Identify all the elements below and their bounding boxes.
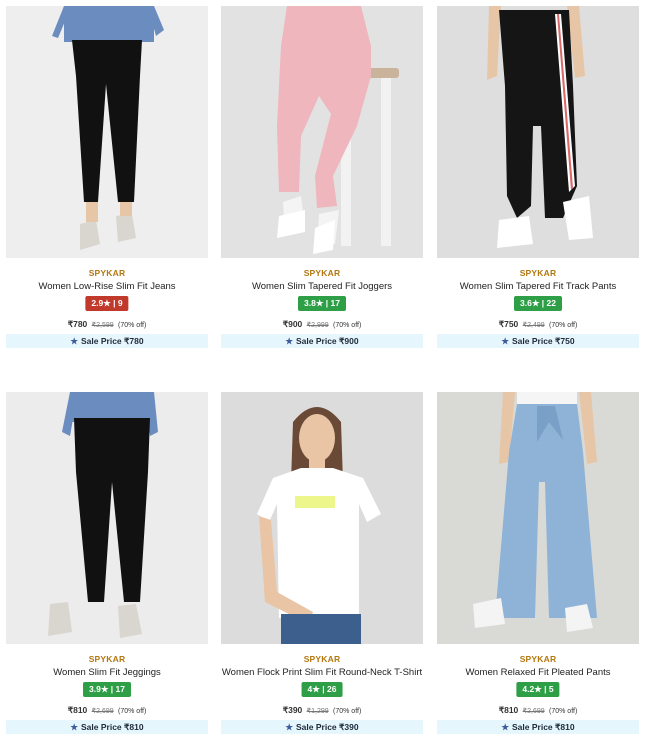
jeans-figure [52,6,164,250]
discount-text: (70% off) [549,322,578,329]
discount-text: (70% off) [549,708,578,715]
mrp-price: ₹2,699 [522,708,545,715]
pleated-pants-figure [473,392,597,632]
rating-badge: 3.9★ | 17 [83,682,131,697]
product-card[interactable]: SPYKAR Women Slim Fit Jeggings 3.9★ | 17… [6,392,208,747]
offer-price: ₹810 [67,705,88,715]
brand-name: SPYKAR [88,268,126,278]
jeggings-figure [48,392,158,638]
tshirt-figure [257,407,381,644]
offer-price: ₹750 [498,319,519,329]
product-image[interactable] [437,392,639,644]
product-image[interactable] [6,6,208,258]
product-image[interactable] [437,6,639,258]
track-pants-figure [487,6,593,248]
product-name[interactable]: Women Slim Tapered Fit Joggers [221,281,423,292]
price-row: ₹810 ₹2,699 (70% off) [6,705,208,716]
price-row: ₹900 ₹2,999 (70% off) [221,319,423,330]
product-image[interactable] [221,6,423,258]
product-card[interactable]: SPYKAR Women Low-Rise Slim Fit Jeans 2.9… [6,6,208,361]
mrp-price: ₹2,599 [91,322,114,329]
price-row: ₹390 ₹1,299 (70% off) [221,705,423,716]
sale-price-label: Sale Price ₹750 [512,336,575,346]
product-card[interactable]: SPYKAR Women Slim Tapered Fit Joggers 3.… [221,6,423,361]
price-row: ₹780 ₹2,599 (70% off) [6,319,208,330]
discount-text: (70% off) [118,708,147,715]
product-card[interactable]: SPYKAR Women Flock Print Slim Fit Round-… [221,392,423,747]
joggers-figure [277,6,399,254]
product-image[interactable] [221,392,423,644]
sale-price-label: Sale Price ₹810 [81,722,144,732]
brand-name: SPYKAR [303,268,341,278]
rating-badge: 4★ | 26 [301,682,343,697]
mrp-price: ₹2,699 [91,708,114,715]
rating-badge: 4.2★ | 5 [516,682,560,697]
product-card[interactable]: SPYKAR Women Relaxed Fit Pleated Pants 4… [437,392,639,747]
brand-name: SPYKAR [88,654,126,664]
star-icon: ★ [285,336,294,346]
price-row: ₹750 ₹2,499 (70% off) [437,319,639,330]
mrp-price: ₹1,299 [306,708,329,715]
offer-price: ₹390 [282,705,303,715]
sale-price-banner: ★ Sale Price ₹750 [437,334,639,348]
sale-price-banner: ★ Sale Price ₹390 [221,720,423,734]
brand-name: SPYKAR [519,654,557,664]
brand-name: SPYKAR [519,268,557,278]
sale-price-banner: ★ Sale Price ₹810 [437,720,639,734]
rating-badge: 2.9★ | 9 [85,296,129,311]
discount-text: (70% off) [333,322,362,329]
star-icon: ★ [501,336,510,346]
price-row: ₹810 ₹2,699 (70% off) [437,705,639,716]
sale-price-label: Sale Price ₹780 [81,336,144,346]
sale-price-label: Sale Price ₹390 [296,722,359,732]
star-icon: ★ [285,722,294,732]
offer-price: ₹900 [282,319,303,329]
rating-badge: 3.8★ | 17 [298,296,346,311]
star-icon: ★ [70,336,79,346]
discount-text: (70% off) [118,322,147,329]
sale-price-label: Sale Price ₹900 [296,336,359,346]
offer-price: ₹780 [67,319,88,329]
sale-price-banner: ★ Sale Price ₹900 [221,334,423,348]
product-card[interactable]: SPYKAR Women Slim Tapered Fit Track Pant… [437,6,639,361]
mrp-price: ₹2,999 [306,322,329,329]
product-name[interactable]: Women Slim Fit Jeggings [6,667,208,678]
discount-text: (70% off) [333,708,362,715]
brand-name: SPYKAR [303,654,341,664]
star-icon: ★ [70,722,79,732]
product-name[interactable]: Women Flock Print Slim Fit Round-Neck T-… [221,667,423,678]
product-name[interactable]: Women Slim Tapered Fit Track Pants [437,281,639,292]
mrp-price: ₹2,499 [522,322,545,329]
rating-badge: 3.6★ | 22 [514,296,562,311]
offer-price: ₹810 [498,705,519,715]
sale-price-banner: ★ Sale Price ₹810 [6,720,208,734]
sale-price-label: Sale Price ₹810 [512,722,575,732]
sale-price-banner: ★ Sale Price ₹780 [6,334,208,348]
product-name[interactable]: Women Low-Rise Slim Fit Jeans [6,281,208,292]
star-icon: ★ [501,722,510,732]
product-name[interactable]: Women Relaxed Fit Pleated Pants [437,667,639,678]
product-image[interactable] [6,392,208,644]
